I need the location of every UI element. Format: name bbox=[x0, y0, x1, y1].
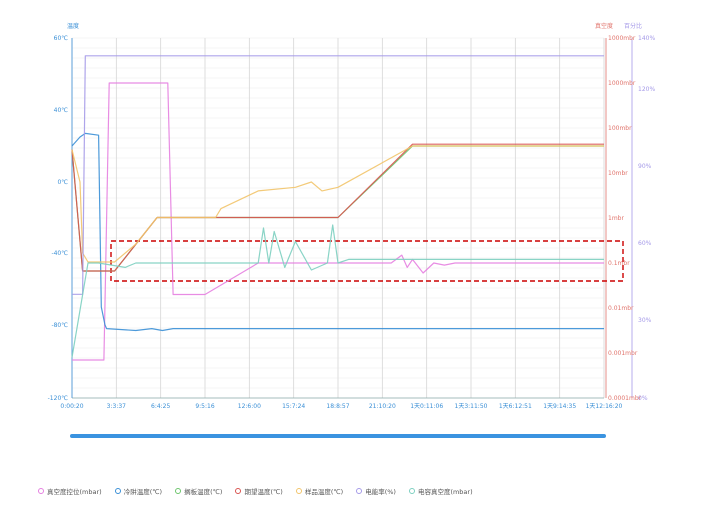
legend: 真空度控位(mbar) 冷阱温度(℃) 搁板温度(℃) 期望温度(℃) 样品温度(℃) 电… bbox=[38, 486, 473, 496]
temperature-tick-label: 60℃ bbox=[54, 35, 69, 42]
vacuum-tick-label: 0.01mbr bbox=[608, 305, 634, 312]
legend-item[interactable]: 搁板温度(℃) bbox=[175, 486, 222, 496]
percent-tick-label: 30% bbox=[638, 317, 652, 324]
legend-marker-icon bbox=[235, 488, 242, 494]
vacuum-tick-label: 1000mbr bbox=[608, 35, 636, 42]
temperature-tick-label: -40℃ bbox=[51, 250, 68, 257]
temperature-tick-label: -120℃ bbox=[48, 395, 69, 402]
vacuum-tick-label: 0.001mbr bbox=[608, 350, 638, 357]
x-tick-label: 12:6:00 bbox=[238, 403, 261, 410]
x-tick-label: 21:10:20 bbox=[369, 403, 396, 410]
percent-tick-label: 140% bbox=[638, 35, 655, 42]
x-tick-label: 1天12:16:20 bbox=[586, 403, 623, 410]
legend-item[interactable]: 真空度控位(mbar) bbox=[38, 486, 102, 496]
temperature-tick-label: 40℃ bbox=[54, 107, 69, 114]
legend-item[interactable]: 冷阱温度(℃) bbox=[114, 486, 163, 496]
legend-marker-icon bbox=[38, 488, 44, 494]
legend-marker-icon bbox=[295, 488, 302, 494]
temperature-tick-label: 0℃ bbox=[57, 179, 68, 186]
vacuum-tick-label: 100mbr bbox=[608, 125, 632, 132]
percent-tick-label: 60% bbox=[638, 240, 652, 247]
axes: 温度 真空度 百分比 0:00:20 3:3:37 6:4:25 9:5:16 12:6… bbox=[48, 22, 656, 410]
x-tick-label: 0:00:20 bbox=[60, 403, 83, 410]
x-tick-label: 15:7:24 bbox=[282, 403, 305, 410]
x-tick-label: 18:8:57 bbox=[326, 403, 349, 410]
x-tick-label: 6:4:25 bbox=[151, 403, 170, 410]
x-tick-label: 1天0:11:06 bbox=[410, 403, 443, 410]
temperature-tick-label: -80℃ bbox=[51, 322, 68, 329]
legend-marker-icon bbox=[114, 488, 121, 494]
zoom-scrollbar[interactable] bbox=[70, 434, 606, 438]
x-tick-label: 1天3:11:50 bbox=[455, 403, 488, 410]
percent-tick-label: 120% bbox=[638, 86, 655, 93]
legend-label: 期望温度(℃) bbox=[244, 488, 283, 496]
legend-label: 冷阱温度(℃) bbox=[123, 488, 163, 496]
percent-tick-label: 0% bbox=[638, 395, 648, 402]
x-tick-label: 3:3:37 bbox=[107, 403, 126, 410]
highlight bbox=[110, 240, 624, 282]
legend-item[interactable]: 期望温度(℃) bbox=[235, 486, 283, 496]
legend-label: 电容真空度(mbar) bbox=[417, 488, 473, 496]
percent-tick-label: 90% bbox=[638, 163, 652, 170]
x-tick-label: 1天6:12:51 bbox=[499, 403, 532, 410]
legend-label: 电能率(%) bbox=[365, 488, 396, 496]
legend-label: 真空度控位(mbar) bbox=[47, 488, 102, 496]
left-axis-title: 温度 bbox=[67, 22, 79, 30]
legend-marker-icon bbox=[408, 488, 415, 494]
legend-item[interactable]: 电容真空度(mbar) bbox=[408, 486, 473, 496]
vacuum-tick-label: 0.0001mbr bbox=[608, 395, 642, 402]
legend-marker-icon bbox=[175, 488, 182, 494]
legend-item[interactable]: 电能率(%) bbox=[356, 486, 396, 496]
right-axis-title-percent: 百分比 bbox=[624, 22, 642, 30]
vacuum-tick-label: 1000mbr bbox=[608, 80, 636, 87]
highlight-box bbox=[110, 240, 624, 282]
vacuum-tick-label: 0.1mbr bbox=[608, 260, 630, 267]
legend-label: 搁板温度(℃) bbox=[184, 488, 223, 496]
x-tick-label: 1天9:14:35 bbox=[543, 403, 576, 410]
x-tick-label: 9:5:16 bbox=[195, 403, 214, 410]
right-axis-title-vacuum: 真空度 bbox=[595, 22, 613, 30]
legend-label: 样品温度(℃) bbox=[304, 488, 344, 496]
vacuum-tick-label: 10mbr bbox=[608, 170, 628, 177]
vacuum-tick-label: 1mbr bbox=[608, 215, 624, 222]
legend-marker-icon bbox=[356, 488, 363, 494]
legend-item[interactable]: 样品温度(℃) bbox=[295, 486, 344, 496]
